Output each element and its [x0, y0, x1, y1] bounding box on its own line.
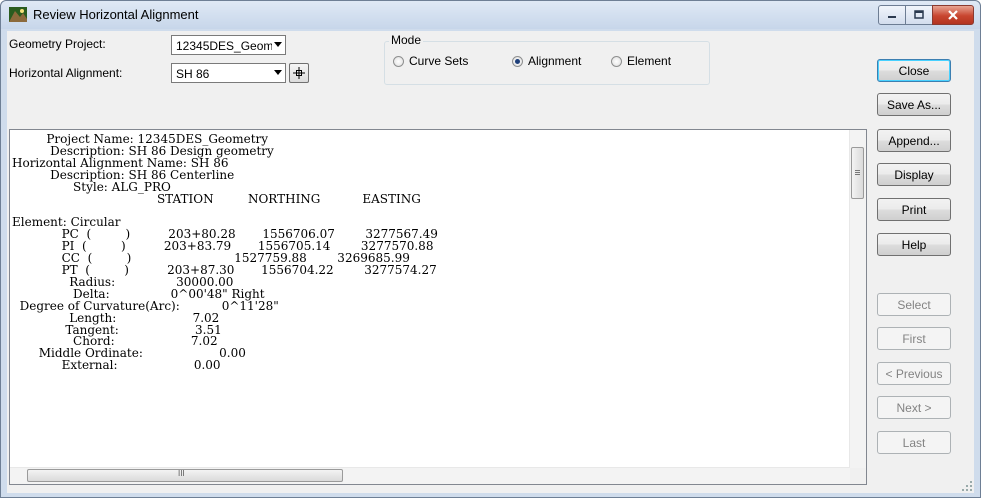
locate-alignment-button[interactable] [289, 63, 309, 83]
window-controls [878, 5, 974, 25]
minimize-icon [888, 16, 896, 18]
project-tree-icon [9, 7, 27, 22]
report-text: Project Name: 12345DES_Geometry Descript… [12, 134, 850, 452]
mode-option-label: Curve Sets [409, 54, 469, 68]
resize-grip-icon[interactable] [962, 481, 972, 491]
radio-selected-icon [512, 55, 523, 67]
report-text-area[interactable]: Project Name: 12345DES_Geometry Descript… [9, 129, 867, 485]
next-button[interactable]: Next > [877, 396, 951, 419]
review-horizontal-alignment-window: Review Horizontal Alignment Geometry Pro… [0, 0, 981, 498]
window-title: Review Horizontal Alignment [33, 7, 199, 22]
maximize-icon [914, 10, 924, 19]
mode-option-element[interactable]: Element [611, 54, 671, 68]
minimize-button[interactable] [878, 5, 906, 25]
grip-line [855, 172, 860, 173]
print-button[interactable]: Print [877, 198, 951, 221]
crosshair-icon [293, 67, 305, 79]
horizontal-alignment-dropdown[interactable]: SH 86 [171, 63, 286, 83]
chevron-down-icon [274, 70, 282, 75]
close-icon [948, 10, 958, 20]
chevron-down-icon [274, 42, 282, 47]
last-button[interactable]: Last [877, 431, 951, 454]
mode-option-alignment[interactable]: Alignment [512, 54, 581, 68]
grip-label: III [178, 469, 185, 478]
mode-option-label: Element [627, 54, 672, 68]
radio-icon [611, 55, 622, 67]
geometry-project-dropdown[interactable]: 12345DES_Geometı [171, 35, 286, 55]
scrollbar-corner [850, 468, 866, 484]
horizontal-alignment-label: Horizontal Alignment: [9, 66, 123, 80]
mode-option-curve-sets[interactable]: Curve Sets [393, 54, 468, 68]
report-line: STATION NORTHING EASTING [12, 191, 421, 206]
maximize-button[interactable] [905, 5, 933, 25]
display-button[interactable]: Display [877, 163, 951, 186]
geometry-project-value: 12345DES_Geometı [176, 39, 272, 53]
help-button[interactable]: Help [877, 233, 951, 256]
mode-group-title: Mode [389, 33, 424, 47]
first-button[interactable]: First [877, 327, 951, 350]
vertical-scrollbar[interactable] [849, 130, 866, 468]
horizontal-alignment-value: SH 86 [176, 67, 210, 81]
grip-line [855, 170, 860, 171]
report-line: External: 0.00 [12, 358, 221, 373]
previous-button[interactable]: < Previous [877, 362, 951, 385]
dialog-client-area: Geometry Project: 12345DES_Geometı Horiz… [7, 31, 974, 493]
grip-line [855, 174, 860, 175]
append-button[interactable]: Append... [877, 129, 951, 152]
mode-group: Mode Curve Sets Alignment Element [384, 33, 710, 85]
geometry-project-label: Geometry Project: [9, 37, 106, 51]
horizontal-scroll-thumb[interactable]: III [27, 469, 343, 482]
select-button[interactable]: Select [877, 293, 951, 316]
title-bar[interactable]: Review Horizontal Alignment [1, 1, 980, 29]
vertical-scroll-thumb[interactable] [851, 147, 864, 199]
radio-icon [393, 55, 404, 67]
horizontal-scrollbar[interactable]: III [10, 467, 850, 484]
save-as-button[interactable]: Save As... [877, 93, 951, 116]
close-button[interactable]: Close [877, 59, 951, 82]
mode-option-label: Alignment [528, 54, 582, 68]
close-window-button[interactable] [932, 5, 974, 25]
